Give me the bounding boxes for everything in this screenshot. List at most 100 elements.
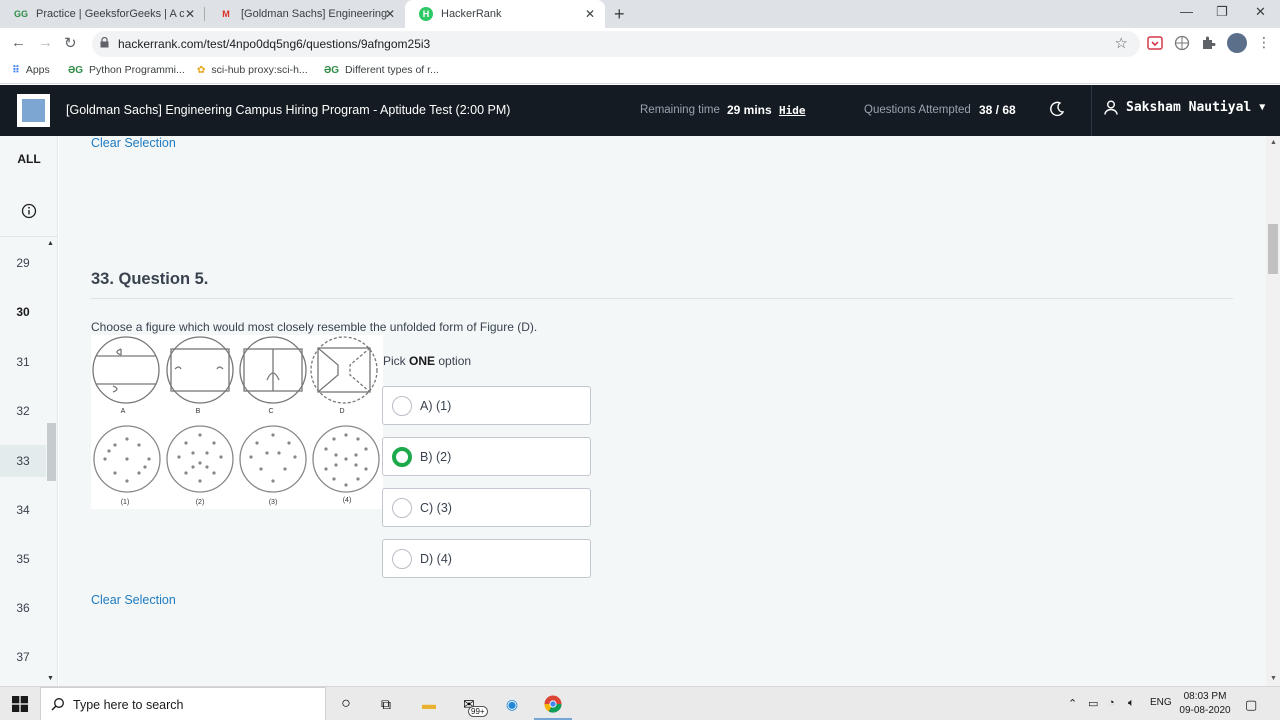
hole-dot (334, 463, 338, 467)
question-number-33[interactable]: 33 (0, 445, 46, 477)
volume-icon[interactable]: 🔈︎ (1128, 697, 1135, 710)
reload-icon[interactable]: ↻ (64, 34, 77, 52)
windows-start-icon[interactable] (12, 696, 28, 712)
option-label: B) (2) (420, 449, 452, 464)
system-clock[interactable]: 08:03 PM 09-08-2020 (1174, 690, 1236, 718)
clear-selection-link[interactable]: Clear Selection (91, 593, 176, 607)
hole-dot (265, 451, 269, 455)
scrollbar-thumb[interactable] (1268, 224, 1278, 274)
svg-text:A: A (121, 408, 126, 415)
window-close-icon[interactable]: ✕ (1255, 4, 1266, 20)
radio-button[interactable] (392, 395, 412, 416)
all-questions-button[interactable]: ALL (0, 152, 58, 166)
hole-dot (198, 461, 202, 465)
hole-dot (125, 479, 129, 483)
sidebar-scrollbar-thumb[interactable] (47, 423, 56, 481)
hole-dot (344, 483, 348, 487)
option-a[interactable]: A) (1) (382, 386, 591, 425)
browser-menu-icon[interactable]: ⋮ (1257, 34, 1271, 51)
bookmark-label: Python Programmi... (89, 64, 185, 76)
taskbar-search-box[interactable]: Type here to search (40, 687, 326, 720)
restore-icon[interactable]: ❐ (1216, 4, 1228, 20)
language-indicator[interactable]: ENG (1150, 697, 1172, 708)
option-d[interactable]: D) (4) (382, 539, 591, 578)
tab-gmail[interactable]: M [Goldman Sachs] Engineering Ca ✕ (205, 0, 405, 28)
close-tab-icon[interactable]: ✕ (585, 7, 595, 21)
question-figure: A B C D (1) (2) (3) (4) (91, 335, 383, 509)
edge-browser-icon[interactable]: ◉ (502, 694, 522, 714)
address-bar[interactable]: hackerrank.com/test/4npo0dq5ng6/question… (92, 31, 1140, 57)
tray-expand-icon[interactable]: ⌃ (1068, 697, 1077, 710)
bookmark-scihub[interactable]: ✿ sci-hub proxy:sci-h... (197, 64, 308, 76)
question-number-35[interactable]: 35 (0, 543, 46, 575)
profile-avatar[interactable] (1227, 33, 1247, 53)
tab-geeksforgeeks[interactable]: GG Practice | GeeksforGeeks | A com ✕ (0, 0, 205, 28)
pocket-extension-icon[interactable] (1147, 35, 1163, 51)
close-tab-icon[interactable]: ✕ (385, 7, 395, 21)
bookmark-apps[interactable]: ⠿ Apps (12, 64, 50, 76)
question-number-31[interactable]: 31 (0, 346, 46, 378)
chrome-browser-icon[interactable] (543, 694, 563, 714)
bookmark-different-types[interactable]: ƏG Different types of r... (324, 64, 439, 76)
bookmark-label: Apps (25, 64, 50, 76)
hole-dot (332, 477, 336, 481)
question-number-32[interactable]: 32 (0, 395, 46, 427)
clear-selection-link[interactable]: Clear Selection (91, 136, 176, 150)
hole-dot (125, 437, 129, 441)
search-icon (51, 698, 64, 711)
tab-hackerrank[interactable]: H HackerRank ✕ (405, 0, 605, 28)
radio-button-selected[interactable] (392, 446, 412, 467)
question-number-36[interactable]: 36 (0, 592, 46, 624)
battery-icon[interactable]: ▭ (1088, 697, 1098, 710)
remaining-time-value: 29 mins (727, 103, 772, 117)
close-tab-icon[interactable]: ✕ (185, 7, 195, 21)
user-icon (1104, 100, 1118, 115)
scroll-up-arrow[interactable]: ▲ (1270, 139, 1277, 146)
svg-text:(1): (1) (121, 499, 130, 506)
lock-icon (100, 37, 109, 48)
task-view-icon[interactable]: ⧉ (376, 694, 396, 714)
file-explorer-icon[interactable]: ▬ (419, 694, 439, 714)
back-icon[interactable]: ← (11, 34, 26, 51)
cortana-icon[interactable]: ○ (336, 694, 356, 714)
radio-button[interactable] (392, 497, 412, 518)
gfg-icon: ƏG (324, 64, 340, 76)
hackerrank-icon: H (419, 7, 433, 21)
wifi-icon[interactable]: ◔ (1108, 697, 1115, 709)
hole-dot (324, 467, 328, 471)
puzzle-extensions-icon[interactable] (1200, 35, 1216, 51)
gfg-icon: GG (14, 9, 29, 19)
globe-extension-icon[interactable] (1174, 35, 1190, 51)
page-scrollbar[interactable]: ▲ ▼ (1266, 136, 1280, 686)
hole-dot (147, 457, 151, 461)
option-c[interactable]: C) (3) (382, 488, 591, 527)
hole-dot (177, 455, 181, 459)
bookmark-star-icon[interactable]: ☆ (1115, 34, 1128, 52)
sidebar-scroll-down[interactable]: ▼ (47, 675, 54, 682)
forward-icon[interactable]: → (38, 34, 53, 51)
hole-dot (364, 467, 368, 471)
info-icon[interactable] (21, 203, 37, 219)
question-number-34[interactable]: 34 (0, 494, 46, 526)
new-tab-icon[interactable]: + (614, 4, 625, 25)
hole-dot (198, 479, 202, 483)
company-logo (17, 94, 50, 127)
hole-dot (332, 437, 336, 441)
hole-dot (212, 441, 216, 445)
option-b[interactable]: B) (2) (382, 437, 591, 476)
hole-dot (277, 451, 281, 455)
bookmark-python[interactable]: ƏG Python Programmi... (68, 64, 185, 76)
question-number-37[interactable]: 37 (0, 641, 46, 673)
question-number-30[interactable]: 30 (0, 296, 46, 328)
question-number-29[interactable]: 29 (0, 247, 46, 279)
user-menu[interactable]: Saksham Nautiyal ▼ (1104, 100, 1265, 115)
sidebar-scroll-up[interactable]: ▲ (47, 240, 54, 247)
hide-timer-button[interactable]: Hide (779, 104, 806, 117)
hole-dot (107, 449, 111, 453)
hole-dot (293, 455, 297, 459)
radio-button[interactable] (392, 548, 412, 569)
scroll-down-arrow[interactable]: ▼ (1270, 675, 1277, 682)
minimize-icon[interactable]: — (1180, 4, 1193, 19)
dark-mode-icon[interactable] (1049, 101, 1065, 117)
notifications-icon[interactable]: ▢ (1245, 697, 1257, 713)
